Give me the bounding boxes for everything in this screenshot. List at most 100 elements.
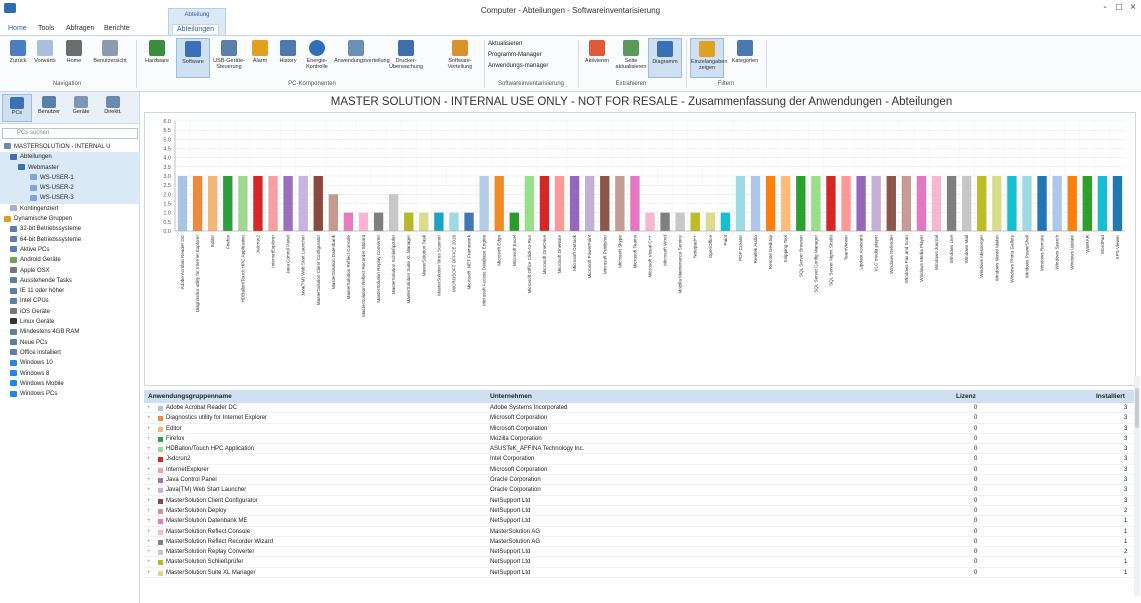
expand-icon[interactable]: + [147, 516, 151, 526]
expand-icon[interactable]: + [147, 475, 151, 485]
table-row[interactable]: + Java(TM) Web Start Launcher Oracle Corpo… [144, 485, 1134, 496]
table-row[interactable]: + MasterSolution Datenbank ME NetSupport L… [144, 516, 1134, 527]
show-details-button[interactable]: Einzelangaben zeigen [690, 38, 727, 78]
scrollbar-thumb[interactable] [1135, 388, 1139, 428]
tree-item[interactable]: Mindestens 4GB RAM [0, 327, 140, 337]
expand-icon[interactable]: + [147, 403, 151, 413]
tree-item[interactable]: 64-bit Betriebssysteme [0, 235, 140, 245]
tree-item[interactable]: Dynamische Gruppen [0, 214, 140, 224]
tab-tools[interactable]: Tools [34, 24, 58, 33]
expand-icon[interactable]: + [147, 454, 151, 464]
table-row[interactable]: + MasterSolution Deploy NetSupport Ltd 0 2 [144, 506, 1134, 517]
tree-item[interactable]: Kontingenziert [0, 204, 140, 214]
table-row[interactable]: + MasterSolution Schließprüfer NetSupport … [144, 557, 1134, 568]
activate-button[interactable]: Aktivieren [580, 38, 614, 78]
table-row[interactable]: + HDBallon/Touch HPC Application ASUSTeK_A… [144, 444, 1134, 455]
expand-icon[interactable]: + [147, 568, 151, 578]
expand-icon[interactable]: + [147, 537, 151, 547]
expand-icon[interactable]: + [147, 496, 151, 506]
nav-devices-button[interactable]: Geräte [66, 94, 96, 122]
home-button[interactable]: Home [60, 38, 88, 78]
pc-search-input[interactable]: PCs suchen [2, 128, 138, 139]
tree-item[interactable]: 32-bit Betriebssysteme [0, 224, 140, 234]
tree-item[interactable]: MASTERSOLUTION - INTERNAL U [0, 142, 140, 152]
printer-monitor-button[interactable]: Drucker-Überwachung [384, 38, 428, 78]
col-header-name[interactable]: Anwendungsgruppenname [148, 390, 232, 403]
tree-item[interactable]: Android Geräte [0, 255, 140, 265]
tab-abteilungen[interactable]: Abteilungen [172, 24, 219, 34]
tree-item[interactable]: Apple OSX [0, 266, 140, 276]
cell-name: MasterSolution Schließprüfer [166, 559, 244, 566]
expand-icon[interactable]: + [147, 444, 151, 454]
col-header-installed[interactable]: Installiert [1096, 390, 1125, 403]
maximize-button[interactable]: □ [1112, 2, 1126, 13]
expand-icon[interactable]: + [147, 424, 151, 434]
app-distribution-button[interactable]: Anwendungsverteilung [334, 38, 390, 78]
tree-item[interactable]: Office installiert [0, 348, 140, 358]
tree-item[interactable]: Webmaster [0, 162, 140, 173]
table-row[interactable]: + Firefox Mozilla Corporation 0 3 [144, 434, 1134, 445]
tree-item[interactable]: Windows Mobile [0, 379, 140, 389]
tree-item[interactable]: WS-USER-2 [0, 183, 140, 194]
history-button[interactable]: History [274, 38, 302, 78]
tree-item[interactable]: Intel CPUs [0, 296, 140, 306]
refresh-page-button[interactable]: Seite aktualisieren [614, 38, 648, 78]
tree-item[interactable]: Aktive PCs [0, 245, 140, 255]
minimize-button[interactable]: - [1098, 2, 1112, 13]
refresh-button[interactable]: Aktualisieren [488, 39, 548, 50]
tab-home[interactable]: Home [4, 24, 31, 33]
col-header-license[interactable]: Lizenz [956, 390, 976, 403]
nav-users-button[interactable]: Benutzer [34, 94, 64, 122]
tree-item[interactable]: Windows 10 [0, 358, 140, 368]
user-view-button[interactable]: Benutzersicht [90, 38, 130, 78]
tree-item[interactable]: WS-USER-1 [0, 172, 140, 184]
software-button[interactable]: Software [176, 38, 210, 78]
tree-item[interactable]: Windows 8 [0, 369, 140, 379]
table-row[interactable]: + MasterSolution Replay Converter NetSuppo… [144, 547, 1134, 558]
tree-item[interactable]: Linux Geräte [0, 317, 140, 327]
tree-item[interactable]: WS-USER-3 [0, 193, 140, 204]
back-button[interactable]: Zurück [4, 38, 32, 78]
expand-icon[interactable]: + [147, 465, 151, 475]
col-header-vendor[interactable]: Unternehmen [490, 390, 532, 403]
tree-item[interactable]: Windows PCs [0, 389, 140, 399]
table-row[interactable]: + InternetExplorer Microsoft Corporation 0 3 [144, 465, 1134, 476]
expand-icon[interactable]: + [147, 506, 151, 516]
tree-item[interactable]: IE 11 oder höher [0, 286, 140, 296]
forward-button[interactable]: Vorwärts [30, 38, 60, 78]
table-row[interactable]: + Jsdcrun2 Intel Corporation 0 3 [144, 454, 1134, 465]
program-manager-button[interactable]: Programm-Manager [488, 50, 548, 61]
table-row[interactable]: + Adobe Acrobat Reader DC Adobe Systems In… [144, 403, 1134, 414]
close-button[interactable]: × [1126, 2, 1140, 13]
grid-scrollbar[interactable] [1134, 376, 1140, 596]
expand-icon[interactable]: + [147, 547, 151, 557]
tab-berichte[interactable]: Berichte [100, 24, 134, 33]
software-distribution-button[interactable]: Software-Verteilung [438, 38, 482, 78]
nav-pcs-button[interactable]: PCs [2, 94, 32, 122]
expand-icon[interactable]: + [147, 557, 151, 567]
tree-item[interactable]: Ausstehende Tasks [0, 276, 140, 286]
tree-item[interactable]: Abteilungen [0, 152, 140, 163]
expand-icon[interactable]: + [147, 434, 151, 444]
nav-direct-button[interactable]: Direktt. [98, 94, 128, 122]
table-row[interactable]: + MasterSolution Reflect Recorder Wizard M… [144, 537, 1134, 548]
hardware-button[interactable]: Hardware [140, 38, 174, 78]
table-row[interactable]: + MasterSolution Client Configurator NetSu… [144, 496, 1134, 506]
table-row[interactable]: + Java Control Panel Oracle Corporation 0 3 [144, 475, 1134, 486]
expand-icon[interactable]: + [147, 527, 151, 537]
expand-icon[interactable]: + [147, 413, 151, 423]
table-row[interactable]: + Editor Microsoft Corporation 0 3 [144, 424, 1134, 434]
diagram-button[interactable]: Diagramm [648, 38, 682, 78]
table-row[interactable]: + MasterSolution Reflect Console MasterSol… [144, 527, 1134, 537]
application-manager-button[interactable]: Anwendungs-manager [488, 61, 548, 72]
table-row[interactable]: + MasterSolution Suite XL Manager NetSuppo… [144, 568, 1134, 579]
tree-item[interactable]: Neue PCs [0, 338, 140, 348]
tab-abfragen[interactable]: Abfragen [62, 24, 98, 33]
usb-control-button[interactable]: USB-Geräte-Steuerung [212, 38, 246, 78]
energy-button[interactable]: Energie-Kontrolle [302, 38, 332, 78]
table-row[interactable]: + Diagnostics utility for Internet Explor… [144, 413, 1134, 424]
categories-button[interactable]: Kategorien [726, 38, 764, 78]
alarm-button[interactable]: Alarm [246, 38, 274, 78]
expand-icon[interactable]: + [147, 485, 151, 495]
tree-item[interactable]: iOS Geräte [0, 307, 140, 317]
